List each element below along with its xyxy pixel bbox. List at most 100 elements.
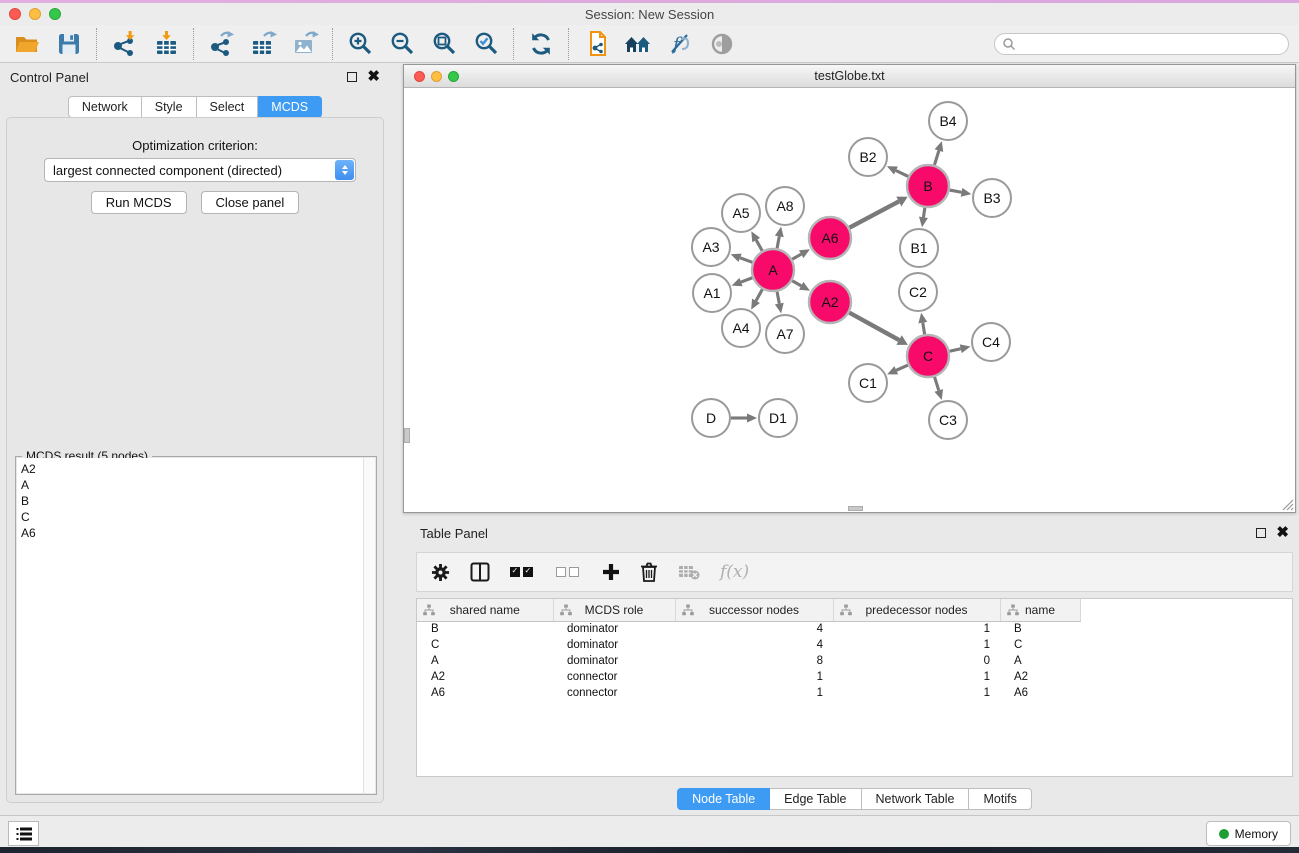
task-history-icon[interactable] <box>8 821 39 846</box>
run-mcds-button[interactable]: Run MCDS <box>91 191 187 214</box>
network-canvas[interactable]: AA1A2A3A4A5A6A7A8BB1B2B3B4CC1C2C3C4DD1 <box>404 88 1295 512</box>
save-icon[interactable] <box>55 30 83 58</box>
table-cell[interactable]: 4 <box>675 621 833 637</box>
result-item[interactable]: B <box>21 493 375 509</box>
graph-edge[interactable] <box>792 281 801 286</box>
table-cell[interactable]: 1 <box>833 669 1000 685</box>
zoom-fit-icon[interactable] <box>430 30 458 58</box>
tab-select[interactable]: Select <box>197 96 259 118</box>
table-row[interactable]: Cdominator41C <box>417 637 1080 653</box>
graph[interactable]: AA1A2A3A4A5A6A7A8BB1B2B3B4CC1C2C3C4DD1 <box>404 88 1295 512</box>
home-icon[interactable] <box>624 30 652 58</box>
zoom-selected-icon[interactable] <box>472 30 500 58</box>
show-columns-icon[interactable] <box>470 562 490 582</box>
graph-edge[interactable] <box>756 240 762 251</box>
delete-icon[interactable] <box>640 562 658 582</box>
close-panel-button[interactable]: Close panel <box>201 191 300 214</box>
graph-edge[interactable] <box>949 349 960 352</box>
table-cell[interactable]: 1 <box>833 637 1000 653</box>
table-row[interactable]: Adominator80A <box>417 653 1080 669</box>
network-window-titlebar[interactable]: testGlobe.txt <box>404 65 1295 88</box>
tab-edge-table[interactable]: Edge Table <box>770 788 861 810</box>
vertical-scrollbar-thumb[interactable] <box>404 428 410 443</box>
table-cell[interactable]: C <box>1000 637 1080 653</box>
graph-edge[interactable] <box>896 170 908 176</box>
network-file-icon[interactable] <box>582 30 610 58</box>
table-cell[interactable]: B <box>417 621 553 637</box>
select-all-icon[interactable] <box>510 567 536 577</box>
graph-edge[interactable] <box>777 236 779 248</box>
table-cell[interactable]: dominator <box>553 621 675 637</box>
table-cell[interactable]: connector <box>553 685 675 701</box>
table-cell[interactable]: dominator <box>553 653 675 669</box>
result-item[interactable]: A6 <box>21 525 375 541</box>
horizontal-scrollbar-thumb[interactable] <box>848 506 863 511</box>
criterion-dropdown[interactable]: largest connected component (directed) <box>44 158 356 182</box>
float-panel-icon[interactable] <box>347 72 357 82</box>
close-table-panel-icon[interactable]: ✖ <box>1276 528 1289 538</box>
close-panel-icon[interactable]: ✖ <box>367 72 380 82</box>
export-image-icon[interactable] <box>291 30 319 58</box>
table-row[interactable]: A2connector11A2 <box>417 669 1080 685</box>
deselect-all-icon[interactable] <box>556 567 582 577</box>
table-cell[interactable]: A2 <box>1000 669 1080 685</box>
table-row[interactable]: Bdominator41B <box>417 621 1080 637</box>
table-cell[interactable]: A6 <box>417 685 553 701</box>
import-table-icon[interactable] <box>152 30 180 58</box>
column-header-successor-nodes[interactable]: successor nodes <box>675 599 833 621</box>
table-settings-gear-icon[interactable] <box>431 563 450 582</box>
table-cell[interactable]: dominator <box>553 637 675 653</box>
hide-details-icon[interactable]: f <box>666 30 694 58</box>
tab-motifs[interactable]: Motifs <box>969 788 1031 810</box>
column-header-MCDS-role[interactable]: MCDS role <box>553 599 675 621</box>
graph-edge[interactable] <box>740 258 752 263</box>
tab-network-table[interactable]: Network Table <box>862 788 970 810</box>
tab-style[interactable]: Style <box>142 96 197 118</box>
table-cell[interactable]: B <box>1000 621 1080 637</box>
float-table-panel-icon[interactable] <box>1256 528 1266 538</box>
column-header-shared-name[interactable]: shared name <box>417 599 553 621</box>
table-cell[interactable]: C <box>417 637 553 653</box>
graph-edge[interactable] <box>849 201 898 227</box>
table-cell[interactable]: 0 <box>833 653 1000 669</box>
graph-edge[interactable] <box>756 289 762 301</box>
table-cell[interactable]: A2 <box>417 669 553 685</box>
graph-edge[interactable] <box>741 278 752 282</box>
zoom-out-icon[interactable] <box>388 30 416 58</box>
tab-network[interactable]: Network <box>68 96 142 118</box>
table-cell[interactable]: 4 <box>675 637 833 653</box>
tab-node-table[interactable]: Node Table <box>677 788 770 810</box>
table-row[interactable]: A6connector11A6 <box>417 685 1080 701</box>
refresh-icon[interactable] <box>527 30 555 58</box>
graph-edge[interactable] <box>935 377 939 390</box>
column-header-name[interactable]: name <box>1000 599 1080 621</box>
table-cell[interactable]: A6 <box>1000 685 1080 701</box>
result-item[interactable]: A <box>21 477 375 493</box>
table-cell[interactable]: A <box>1000 653 1080 669</box>
graph-edge[interactable] <box>896 365 908 370</box>
node-table[interactable]: shared nameMCDS rolesuccessor nodesprede… <box>416 598 1293 777</box>
result-scrollbar[interactable] <box>363 458 375 793</box>
result-item[interactable]: C <box>21 509 375 525</box>
dropdown-stepper-icon[interactable] <box>335 160 354 180</box>
resize-grip-icon[interactable] <box>1282 499 1294 511</box>
table-cell[interactable]: 1 <box>833 621 1000 637</box>
graph-edge[interactable] <box>777 292 779 304</box>
table-cell[interactable]: 1 <box>675 669 833 685</box>
search-input[interactable] <box>994 33 1289 55</box>
result-item[interactable]: A2 <box>21 461 375 477</box>
table-cell[interactable]: A <box>417 653 553 669</box>
column-header-predecessor-nodes[interactable]: predecessor nodes <box>833 599 1000 621</box>
graph-edge[interactable] <box>923 323 925 335</box>
table-cell[interactable]: 1 <box>833 685 1000 701</box>
table-cell[interactable]: 1 <box>675 685 833 701</box>
tab-mcds[interactable]: MCDS <box>258 96 322 118</box>
table-cell[interactable]: connector <box>553 669 675 685</box>
graph-edge[interactable] <box>792 254 801 259</box>
table-cell[interactable]: 8 <box>675 653 833 669</box>
export-table-icon[interactable] <box>249 30 277 58</box>
zoom-in-icon[interactable] <box>346 30 374 58</box>
birds-eye-icon[interactable] <box>708 30 736 58</box>
add-icon[interactable] <box>602 563 620 581</box>
open-folder-icon[interactable] <box>13 30 41 58</box>
